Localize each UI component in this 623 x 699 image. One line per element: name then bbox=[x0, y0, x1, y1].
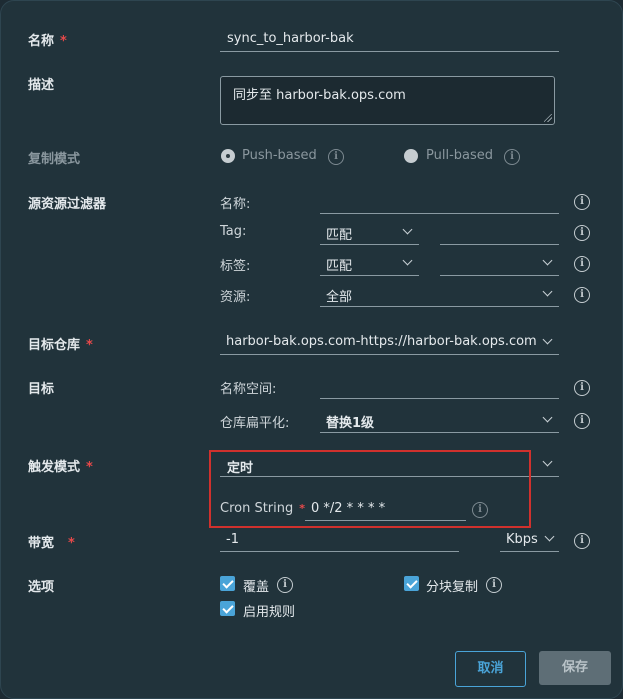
namespace-label: 名称空间: bbox=[220, 382, 277, 397]
cancel-button[interactable]: 取消 bbox=[455, 651, 526, 687]
replication-rule-dialog: 名称 * sync_to_harbor-bak 描述 同步至 harbor-bak… bbox=[0, 0, 623, 699]
replication-mode-label: 复制模式 bbox=[28, 152, 81, 167]
chunked-copy-checkbox[interactable] bbox=[404, 576, 419, 591]
chevron-down-icon bbox=[542, 286, 553, 297]
bandwidth-unit-select[interactable]: Kbps bbox=[500, 529, 559, 552]
resize-grip-icon[interactable] bbox=[544, 114, 552, 122]
name-label: 名称 * bbox=[28, 30, 67, 49]
info-icon[interactable]: i bbox=[574, 533, 590, 549]
description-value: 同步至 harbor-bak.ops.com bbox=[233, 88, 406, 103]
enable-rule-label: 启用规则 bbox=[243, 605, 296, 620]
chevron-down-icon bbox=[542, 334, 553, 345]
bandwidth-label: 带宽 * bbox=[28, 532, 75, 551]
filter-name-input[interactable] bbox=[320, 191, 559, 214]
chunked-copy-label: 分块复制 bbox=[426, 580, 479, 595]
pull-based-radio[interactable] bbox=[404, 149, 418, 163]
options-label: 选项 bbox=[28, 580, 55, 595]
highlight-box bbox=[209, 450, 531, 528]
destination-registry-label-text: 目标仓库 bbox=[28, 338, 81, 353]
info-icon[interactable]: i bbox=[574, 194, 590, 210]
info-icon[interactable]: i bbox=[574, 287, 590, 303]
bandwidth-unit-value: Kbps bbox=[506, 532, 538, 547]
filter-name-label: 名称: bbox=[220, 197, 251, 212]
override-label: 覆盖 bbox=[243, 580, 270, 595]
destination-registry-required-mark: * bbox=[86, 338, 93, 353]
trigger-mode-label: 触发模式 * bbox=[28, 456, 93, 475]
push-based-label: Push-based bbox=[242, 148, 317, 163]
labels-match-select[interactable]: 匹配 bbox=[320, 253, 419, 276]
resource-value: 全部 bbox=[326, 290, 353, 305]
pull-based-label: Pull-based bbox=[426, 148, 494, 163]
bandwidth-label-text: 带宽 bbox=[28, 536, 55, 551]
namespace-input[interactable] bbox=[320, 376, 559, 399]
chevron-down-icon bbox=[542, 456, 553, 467]
destination-registry-label: 目标仓库 * bbox=[28, 334, 93, 353]
name-label-text: 名称 bbox=[28, 34, 55, 49]
destination-registry-select[interactable]: harbor-bak.ops.com-https://harbor-bak.op… bbox=[220, 332, 559, 355]
filter-resource-label: 资源: bbox=[220, 290, 251, 305]
info-icon[interactable]: i bbox=[277, 577, 293, 593]
name-required-mark: * bbox=[60, 34, 67, 49]
info-icon[interactable]: i bbox=[574, 413, 590, 429]
info-icon[interactable]: i bbox=[328, 149, 344, 165]
filter-labels-select[interactable] bbox=[440, 253, 559, 276]
description-label: 描述 bbox=[28, 78, 55, 93]
filter-tag-input[interactable] bbox=[440, 222, 559, 245]
chevron-down-icon bbox=[542, 412, 553, 423]
chevron-down-icon bbox=[402, 224, 413, 235]
chevron-down-icon bbox=[402, 255, 413, 266]
trigger-mode-required-mark: * bbox=[86, 460, 93, 475]
flattening-select[interactable]: 替换1级 bbox=[320, 409, 559, 433]
flattening-label: 仓库扁平化: bbox=[220, 416, 290, 431]
bandwidth-input[interactable]: -1 bbox=[220, 529, 459, 552]
tag-match-select[interactable]: 匹配 bbox=[320, 222, 419, 245]
filter-tag-label: Tag: bbox=[220, 224, 247, 239]
flattening-value: 替换1级 bbox=[326, 416, 375, 431]
bandwidth-value: -1 bbox=[226, 532, 239, 547]
info-icon[interactable]: i bbox=[486, 577, 502, 593]
info-icon[interactable]: i bbox=[504, 149, 520, 165]
enable-rule-checkbox[interactable] bbox=[220, 601, 235, 616]
trigger-mode-label-text: 触发模式 bbox=[28, 460, 81, 475]
bandwidth-required-mark: * bbox=[68, 536, 75, 551]
info-icon[interactable]: i bbox=[574, 380, 590, 396]
info-icon[interactable]: i bbox=[574, 256, 590, 272]
labels-match-value: 匹配 bbox=[326, 259, 353, 274]
info-icon[interactable]: i bbox=[574, 225, 590, 241]
save-button[interactable]: 保存 bbox=[539, 651, 611, 685]
destination-label: 目标 bbox=[28, 382, 55, 397]
name-input[interactable]: sync_to_harbor-bak bbox=[220, 28, 559, 52]
tag-match-value: 匹配 bbox=[326, 228, 353, 243]
description-textarea[interactable]: 同步至 harbor-bak.ops.com bbox=[220, 76, 555, 125]
chevron-down-icon bbox=[544, 531, 555, 542]
filter-labels-label: 标签: bbox=[220, 259, 251, 274]
push-based-radio[interactable] bbox=[221, 149, 235, 163]
chevron-down-icon bbox=[542, 255, 553, 266]
resource-select[interactable]: 全部 bbox=[320, 284, 559, 307]
destination-registry-value: harbor-bak.ops.com-https://harbor-bak.op… bbox=[226, 334, 537, 349]
name-input-value: sync_to_harbor-bak bbox=[227, 31, 354, 46]
override-checkbox[interactable] bbox=[220, 576, 235, 591]
source-filter-label: 源资源过滤器 bbox=[28, 197, 107, 212]
